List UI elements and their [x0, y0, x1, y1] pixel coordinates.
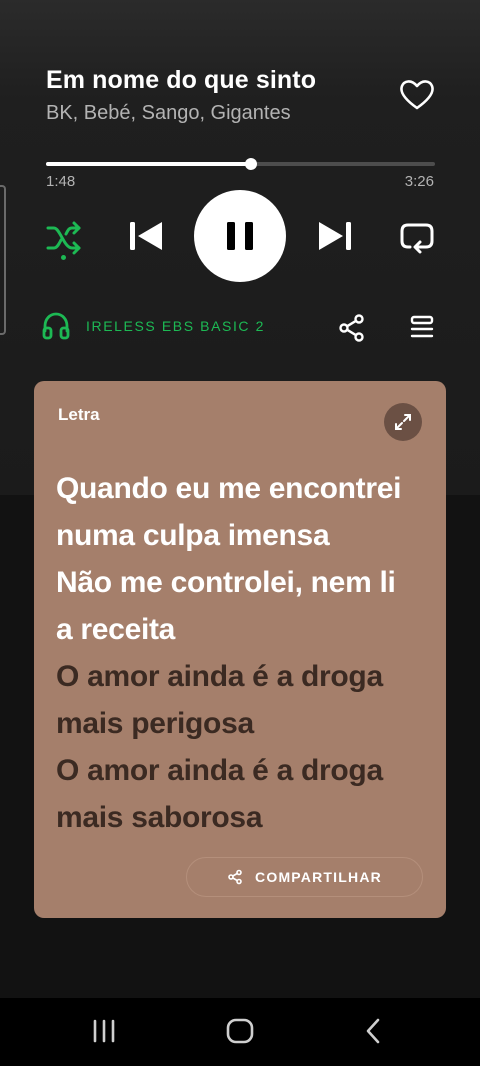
back-icon[interactable] [360, 1015, 388, 1047]
lyric-line: mais perigosa [56, 707, 254, 740]
lyric-line: Não me controlei, nem li [56, 566, 396, 599]
connected-device-name[interactable]: IRELESS EBS BASIC 2 [86, 318, 286, 334]
expand-lyrics-button[interactable] [384, 403, 422, 441]
repeat-icon[interactable] [396, 216, 438, 258]
pause-icon [227, 222, 253, 250]
share-icon [228, 869, 242, 885]
lyric-line: O amor ainda é a droga [56, 754, 383, 787]
track-title[interactable]: Em nome do que sinto [46, 66, 316, 95]
share-lyrics-label: COMPARTILHAR [255, 869, 382, 885]
lyric-line: numa culpa imensa [56, 519, 330, 552]
lyric-line: mais saborosa [56, 801, 263, 834]
pause-button[interactable] [194, 190, 286, 282]
skip-next-icon[interactable] [313, 214, 357, 258]
track-artists[interactable]: BK, Bebé, Sango, Gigantes [46, 102, 291, 125]
expand-icon [395, 414, 411, 430]
lyrics-card[interactable]: Letra Quando eu me encontrei numa culpa i… [34, 381, 446, 918]
lyric-line: Quando eu me encontrei [56, 472, 402, 505]
home-icon[interactable] [224, 1015, 256, 1047]
system-navigation-bar [0, 998, 480, 1066]
share-lyrics-button[interactable]: COMPARTILHAR [186, 857, 423, 897]
share-icon[interactable] [336, 312, 368, 344]
headphones-icon[interactable] [40, 310, 72, 342]
lyric-line: a receita [56, 613, 176, 646]
lyrics-lines: Quando eu me encontrei numa culpa imensa N… [56, 465, 436, 841]
elapsed-time: 1:48 [46, 173, 76, 190]
shuffle-active-indicator [61, 255, 66, 260]
shuffle-icon[interactable] [44, 218, 84, 258]
edge-panel-handle[interactable] [0, 185, 6, 335]
lyric-line: O amor ainda é a droga [56, 660, 383, 693]
skip-previous-icon[interactable] [124, 214, 168, 258]
heart-icon[interactable] [397, 75, 437, 115]
progress-fill [46, 162, 252, 166]
progress-bar[interactable] [46, 158, 435, 170]
total-time: 3:26 [404, 173, 434, 190]
recent-apps-icon[interactable] [88, 1018, 120, 1044]
progress-knob[interactable] [245, 158, 258, 170]
lyrics-label: Letra [58, 405, 100, 424]
queue-icon[interactable] [406, 312, 438, 344]
